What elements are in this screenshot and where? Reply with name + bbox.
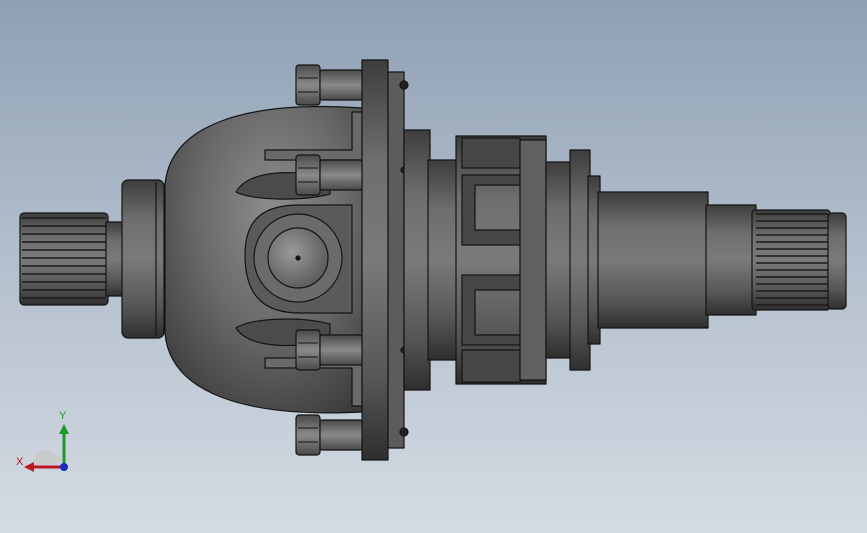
flange-hole-icon xyxy=(399,427,409,437)
x-axis-arrowhead xyxy=(24,462,34,472)
x-axis-label: X xyxy=(16,456,24,468)
clutch-ring-edge xyxy=(519,139,547,381)
grooved-collar-lip xyxy=(569,149,591,371)
y-axis-arrowhead xyxy=(59,424,69,434)
housing-flange-inner xyxy=(387,71,405,449)
coordinate-triad: Y X xyxy=(10,410,80,480)
flange-hole-icon xyxy=(399,80,409,90)
output-shaft-step xyxy=(705,204,757,316)
left-bearing-hub xyxy=(121,179,165,339)
z-axis-point xyxy=(60,463,68,471)
triad-plane-icon xyxy=(32,450,64,468)
housing-flange xyxy=(361,59,389,461)
left-spline-shaft xyxy=(19,212,109,306)
output-shaft xyxy=(597,191,709,329)
right-carrier-body xyxy=(403,129,431,391)
pin-center-mark xyxy=(295,255,301,261)
differential-assembly-model[interactable] xyxy=(0,0,867,533)
right-spline-shaft xyxy=(751,209,847,311)
right-carrier-hub xyxy=(427,159,459,361)
y-axis-label: Y xyxy=(59,410,67,422)
graphics-viewport[interactable]: Y X xyxy=(0,0,867,533)
triad-graphic xyxy=(24,424,69,472)
